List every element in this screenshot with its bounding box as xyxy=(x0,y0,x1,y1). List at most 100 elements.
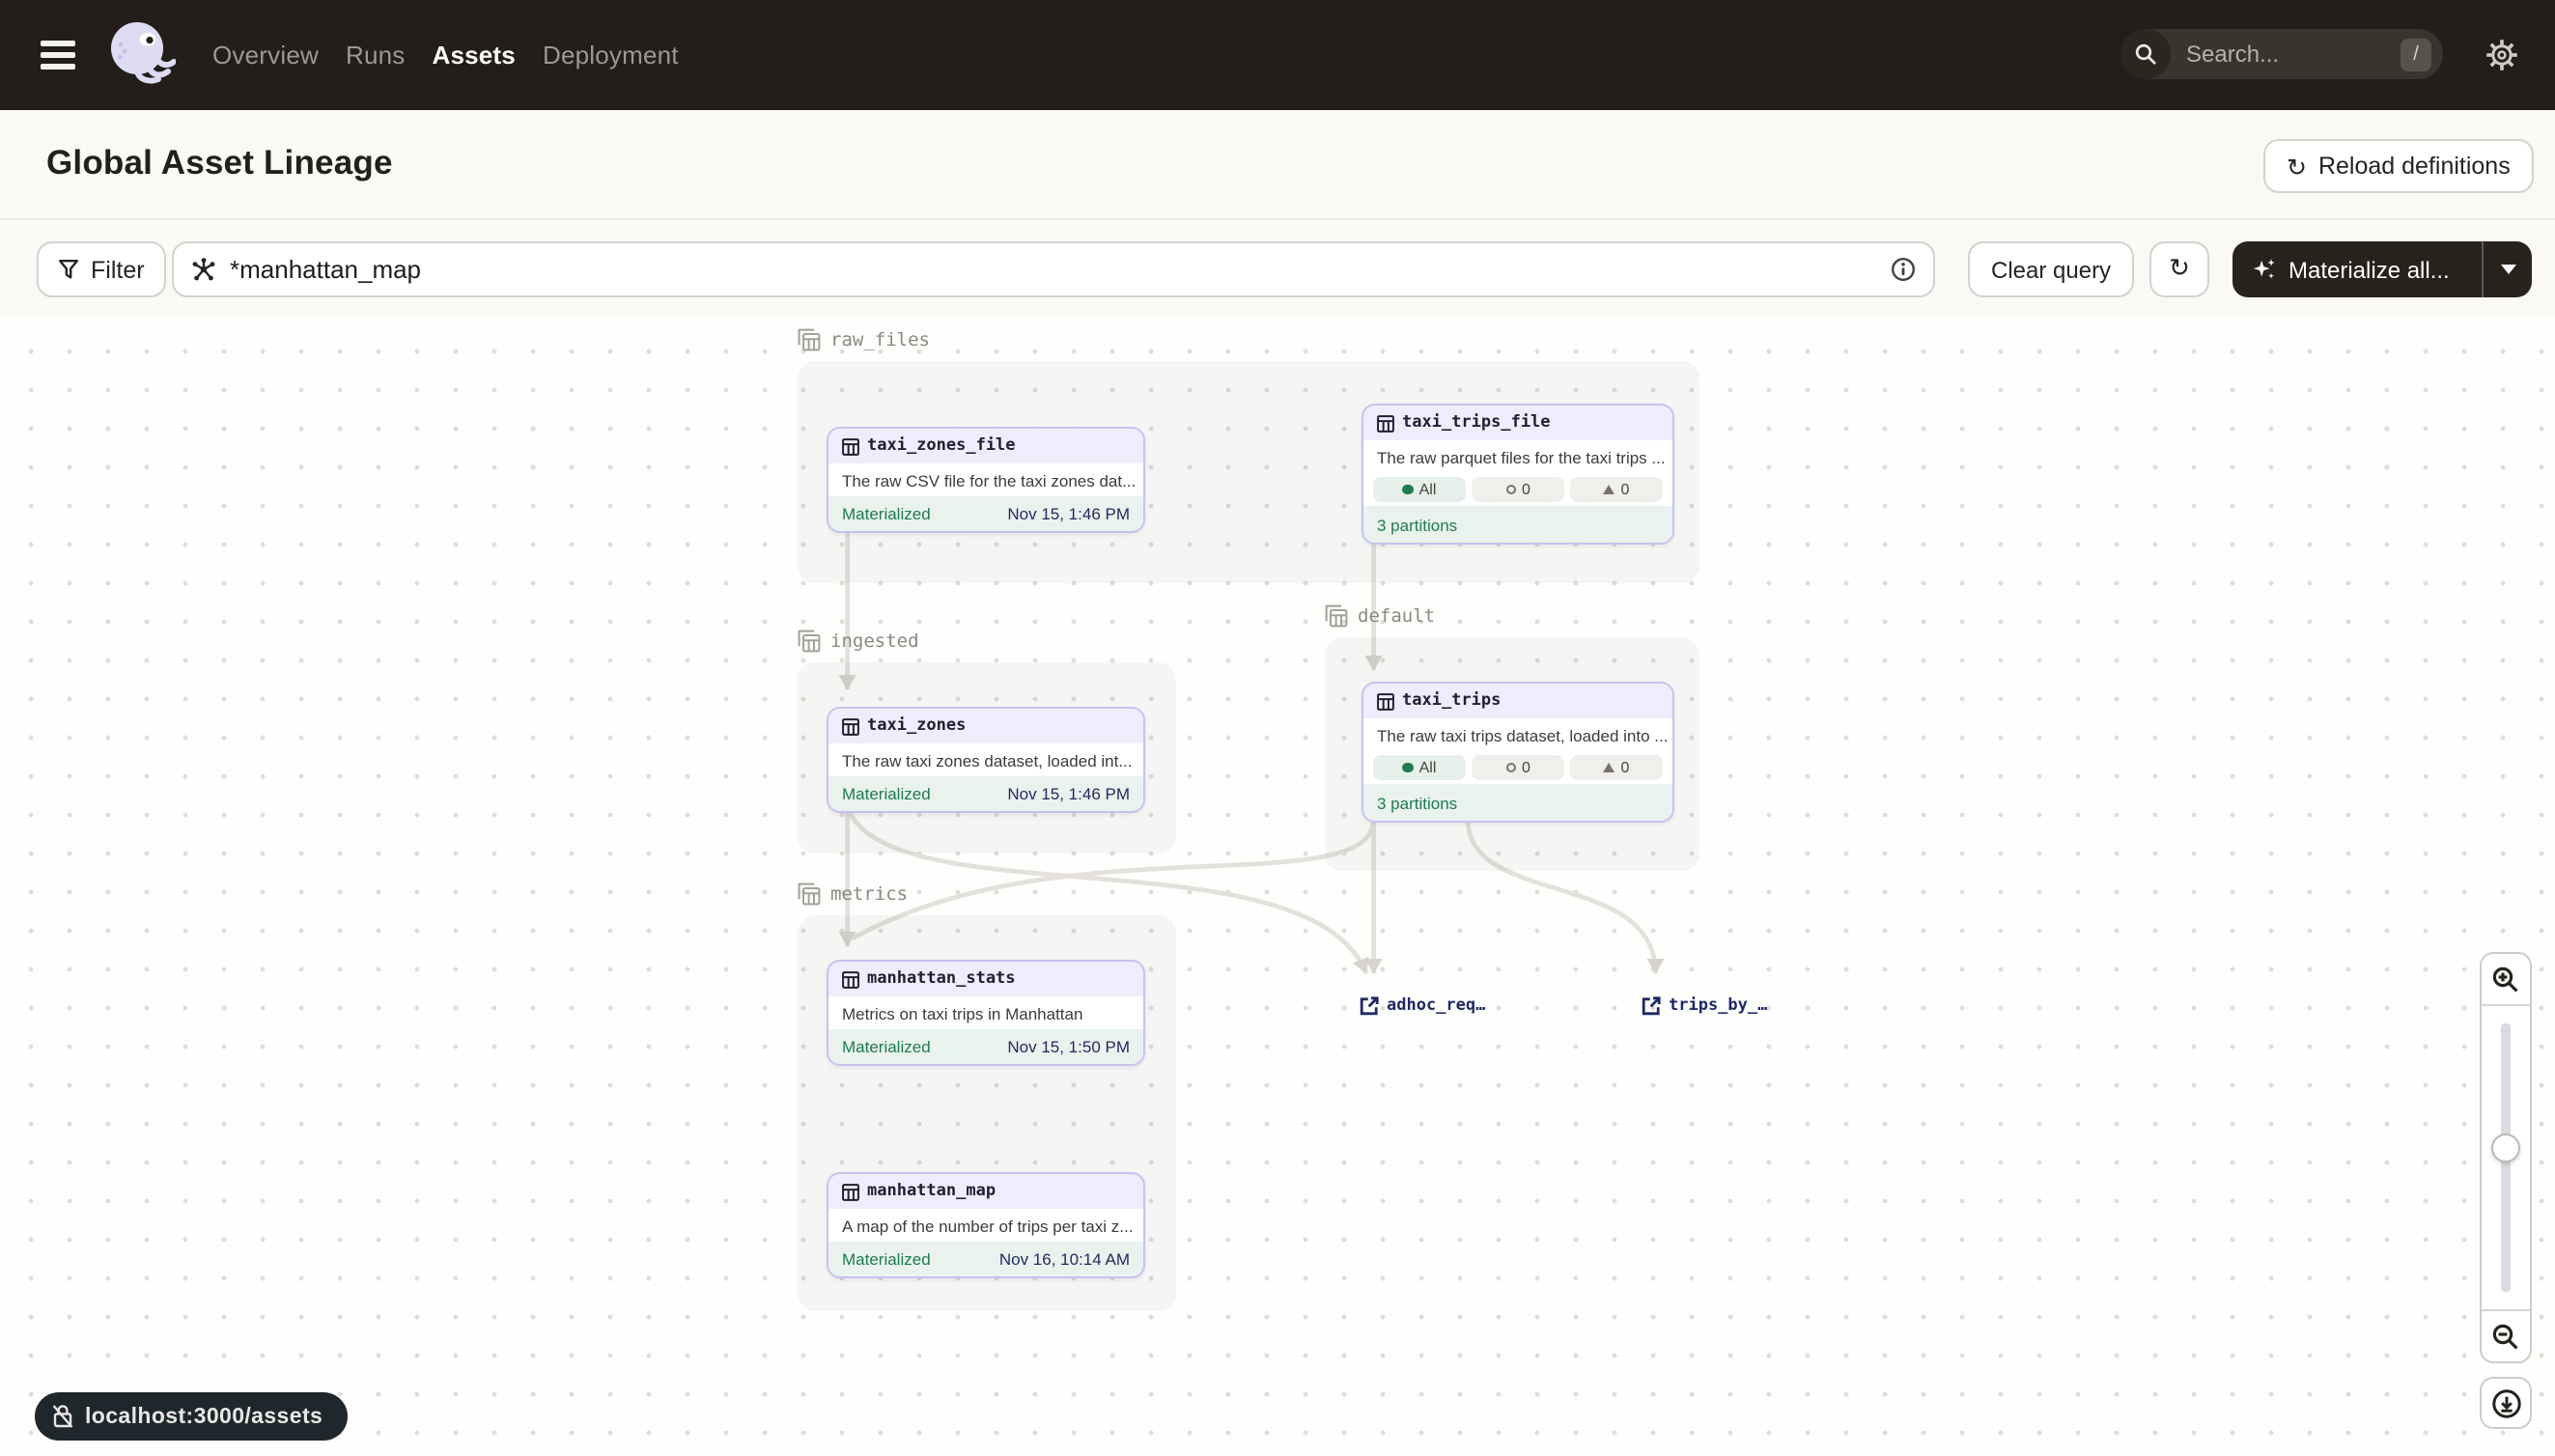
page-title: Global Asset Lineage xyxy=(46,143,393,183)
status-badge: Materialized xyxy=(842,1037,931,1056)
filter-button[interactable]: Filter xyxy=(37,241,166,297)
asset-name: manhattan_map xyxy=(867,1182,996,1201)
reload-icon: ↻ xyxy=(2287,152,2307,181)
table-icon xyxy=(842,437,859,455)
asset-selection-value: *manhattan_map xyxy=(230,255,1877,284)
asset-name: taxi_zones_file xyxy=(867,436,1016,456)
asset-description: The raw taxi trips dataset, loaded into … xyxy=(1363,718,1672,751)
status-badge: Materialized xyxy=(842,784,931,803)
nav-item-deployment[interactable]: Deployment xyxy=(543,41,679,70)
success-dot-icon xyxy=(1403,485,1414,495)
partitions-warn-badge[interactable]: 0 xyxy=(1570,756,1663,780)
group-label-ingested[interactable]: ingested xyxy=(798,630,919,653)
nav-item-runs[interactable]: Runs xyxy=(346,41,406,70)
status-url: localhost:3000/assets xyxy=(85,1405,323,1428)
reload-definitions-button[interactable]: ↻ Reload definitions xyxy=(2263,139,2534,193)
partitions-failed-badge[interactable]: 0 xyxy=(1472,478,1564,502)
group-label-metrics[interactable]: metrics xyxy=(798,882,908,906)
group-label-default[interactable]: default xyxy=(1325,604,1435,628)
partitions-footer: 3 partitions xyxy=(1363,784,1672,821)
refresh-graph-button[interactable]: ↻ xyxy=(2149,241,2209,297)
zoom-slider[interactable] xyxy=(2482,1006,2530,1309)
asset-name: taxi_zones xyxy=(867,716,966,736)
asset-node-taxi-trips-file[interactable]: taxi_trips_file The raw parquet files fo… xyxy=(1362,404,1674,545)
materialization-timestamp: Nov 15, 1:50 PM xyxy=(1007,1037,1130,1056)
partitions-failed-badge[interactable]: 0 xyxy=(1472,756,1564,780)
funnel-icon xyxy=(58,259,79,280)
app-root: Overview Runs Assets Deployment Search..… xyxy=(0,0,2555,1456)
chevron-down-icon xyxy=(2500,265,2515,274)
top-nav: Overview Runs Assets Deployment Search..… xyxy=(0,0,2555,110)
table-icon xyxy=(1377,692,1394,710)
external-link-icon xyxy=(1360,996,1379,1016)
asset-graph-icon xyxy=(191,257,216,282)
download-image-button[interactable] xyxy=(2480,1377,2532,1429)
ring-icon xyxy=(1505,485,1516,495)
status-badge: Materialized xyxy=(842,504,931,523)
materialization-timestamp: Nov 16, 10:14 AM xyxy=(999,1249,1130,1269)
asset-name: taxi_trips_file xyxy=(1402,413,1551,433)
group-label-raw-files[interactable]: raw_files xyxy=(798,328,930,351)
nav-item-assets[interactable]: Assets xyxy=(432,41,516,70)
partitions-footer: 3 partitions xyxy=(1363,506,1672,543)
materialization-timestamp: Nov 15, 1:46 PM xyxy=(1007,504,1130,523)
asset-group-icon xyxy=(798,630,821,653)
table-icon xyxy=(842,970,859,988)
search-placeholder: Search... xyxy=(2186,41,2401,68)
triangle-icon xyxy=(1604,763,1615,772)
ring-icon xyxy=(1505,763,1516,773)
info-icon[interactable] xyxy=(1891,257,1916,282)
partitions-all-badge[interactable]: All xyxy=(1373,756,1466,780)
search-icon xyxy=(2120,29,2171,79)
download-icon xyxy=(2490,1387,2521,1418)
asset-group-icon xyxy=(798,882,821,906)
asset-description: A map of the number of trips per taxi z.… xyxy=(828,1209,1143,1242)
partitions-warn-badge[interactable]: 0 xyxy=(1570,478,1663,502)
asset-description: The raw CSV file for the taxi zones dat.… xyxy=(828,463,1143,496)
zoom-in-icon xyxy=(2491,965,2520,994)
insecure-lock-icon xyxy=(52,1404,73,1429)
dagster-logo[interactable] xyxy=(106,19,176,93)
asset-group-icon xyxy=(1325,604,1348,628)
materialize-dropdown-toggle[interactable] xyxy=(2482,241,2532,297)
settings-gear-icon[interactable] xyxy=(2485,39,2518,71)
clear-query-button[interactable]: Clear query xyxy=(1968,241,2134,297)
table-icon xyxy=(1377,414,1394,432)
asset-name: manhattan_stats xyxy=(867,969,1016,989)
global-search-input[interactable]: Search... / xyxy=(2120,29,2443,79)
lineage-toolbar: Filter *manhattan_map Clear query ↻ xyxy=(0,220,2555,317)
search-shortcut-badge: / xyxy=(2401,38,2431,70)
browser-status-bubble: localhost:3000/assets xyxy=(35,1392,348,1441)
partitions-all-badge[interactable]: All xyxy=(1373,478,1466,502)
asset-node-manhattan-map[interactable]: manhattan_map A map of the number of tri… xyxy=(827,1172,1145,1278)
triangle-icon xyxy=(1604,485,1615,494)
status-badge: Materialized xyxy=(842,1249,931,1269)
external-link-icon xyxy=(1642,996,1661,1016)
asset-description: The raw taxi zones dataset, loaded int..… xyxy=(828,743,1143,776)
zoom-in-button[interactable] xyxy=(2482,954,2530,1006)
success-dot-icon xyxy=(1403,763,1414,773)
asset-node-taxi-trips[interactable]: taxi_trips The raw taxi trips dataset, l… xyxy=(1362,682,1674,823)
zoom-control-panel xyxy=(2480,952,2532,1363)
external-asset-trips-by[interactable]: trips_by_… xyxy=(1642,996,1767,1016)
sparkle-icon xyxy=(2252,257,2277,282)
asset-name: taxi_trips xyxy=(1402,691,1501,711)
lineage-canvas[interactable]: raw_files ingested default metrics taxi_… xyxy=(0,317,2555,1456)
nav-links: Overview Runs Assets Deployment xyxy=(212,0,679,110)
asset-selection-input[interactable]: *manhattan_map xyxy=(172,241,1935,297)
refresh-icon: ↻ xyxy=(2169,255,2190,284)
zoom-out-icon xyxy=(2491,1322,2520,1351)
zoom-out-button[interactable] xyxy=(2482,1309,2530,1361)
materialize-all-button[interactable]: Materialize all... xyxy=(2232,241,2532,297)
nav-item-overview[interactable]: Overview xyxy=(212,41,319,70)
external-asset-adhoc-request[interactable]: adhoc_req… xyxy=(1360,996,1485,1016)
table-icon xyxy=(842,1183,859,1200)
table-icon xyxy=(842,717,859,735)
asset-group-icon xyxy=(798,328,821,351)
asset-description: Metrics on taxi trips in Manhattan xyxy=(828,996,1143,1029)
hamburger-menu-icon[interactable] xyxy=(41,41,75,70)
zoom-slider-handle[interactable] xyxy=(2491,1134,2520,1162)
asset-node-manhattan-stats[interactable]: manhattan_stats Metrics on taxi trips in… xyxy=(827,960,1145,1066)
asset-node-taxi-zones[interactable]: taxi_zones The raw taxi zones dataset, l… xyxy=(827,707,1145,813)
asset-node-taxi-zones-file[interactable]: taxi_zones_file The raw CSV file for the… xyxy=(827,427,1145,533)
